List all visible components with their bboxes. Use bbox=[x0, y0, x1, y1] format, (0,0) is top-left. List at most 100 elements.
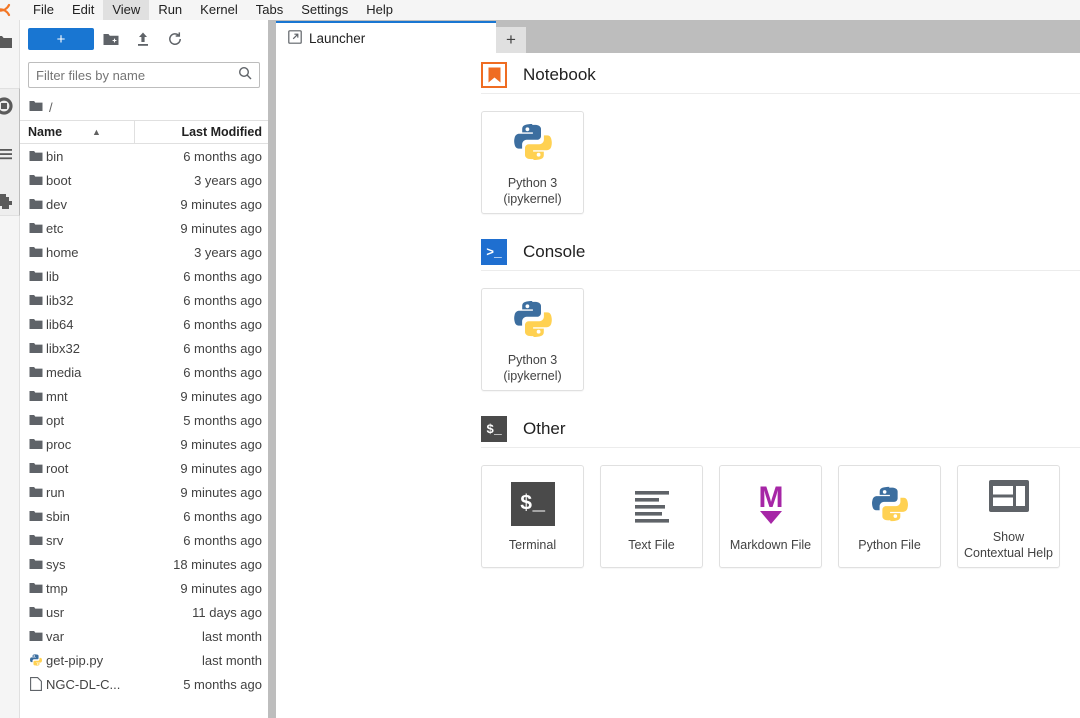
new-launcher-button[interactable]: + bbox=[28, 28, 94, 50]
file-list-item[interactable]: bin 6 months ago bbox=[20, 144, 268, 168]
python-logo-icon bbox=[869, 479, 911, 529]
folder-icon bbox=[20, 270, 46, 282]
file-list-item[interactable]: NGC-DL-C... 5 months ago bbox=[20, 672, 268, 696]
terminal-icon-text: $_ bbox=[486, 421, 502, 437]
file-list-item[interactable]: etc 9 minutes ago bbox=[20, 216, 268, 240]
file-list-item[interactable]: libx32 6 months ago bbox=[20, 336, 268, 360]
section-header-notebook: Notebook bbox=[481, 53, 1080, 93]
file-list-item[interactable]: sbin 6 months ago bbox=[20, 504, 268, 528]
search-input[interactable] bbox=[36, 67, 238, 83]
file-last-modified: 5 months ago bbox=[183, 412, 262, 428]
menu-item-file[interactable]: File bbox=[24, 0, 63, 20]
folder-icon bbox=[20, 438, 46, 450]
file-list-item[interactable]: lib64 6 months ago bbox=[20, 312, 268, 336]
upload-icon[interactable] bbox=[128, 27, 158, 51]
file-list-header: Name ▲ Last Modified bbox=[20, 120, 268, 144]
terminal-icon-text: $_ bbox=[519, 492, 546, 516]
file-list-item[interactable]: mnt 9 minutes ago bbox=[20, 384, 268, 408]
file-browser-icon[interactable] bbox=[0, 26, 20, 58]
card-row-notebook: Python 3 (ipykernel) bbox=[276, 94, 1080, 214]
file-name: NGC-DL-C... bbox=[46, 676, 121, 692]
file-last-modified: 18 minutes ago bbox=[173, 556, 262, 572]
menu-item-help[interactable]: Help bbox=[357, 0, 402, 20]
menu-item-label: Tabs bbox=[255, 2, 284, 17]
new-tab-button[interactable]: + bbox=[496, 27, 526, 53]
menu-item-settings[interactable]: Settings bbox=[292, 0, 357, 20]
folder-icon bbox=[20, 606, 46, 618]
launcher-icon bbox=[288, 29, 302, 47]
launcher-card-contextual-help[interactable]: Show Contextual Help bbox=[957, 465, 1060, 568]
file-list-item[interactable]: var last month bbox=[20, 624, 268, 648]
menu-item-tabs[interactable]: Tabs bbox=[247, 0, 292, 20]
contextual-help-icon bbox=[987, 471, 1031, 521]
file-name: sys bbox=[46, 556, 66, 572]
refresh-icon[interactable] bbox=[160, 27, 190, 51]
file-list-item[interactable]: get-pip.py last month bbox=[20, 648, 268, 672]
file-list-item[interactable]: opt 5 months ago bbox=[20, 408, 268, 432]
tab-bar: Launcher + bbox=[276, 20, 1080, 53]
menu-bar: File Edit View Run Kernel Tabs Settings … bbox=[0, 0, 1080, 20]
folder-icon bbox=[20, 534, 46, 546]
running-terminals-icon[interactable] bbox=[0, 90, 20, 122]
card-label: Python File bbox=[858, 538, 921, 553]
menu-item-edit[interactable]: Edit bbox=[63, 0, 103, 20]
folder-icon bbox=[20, 222, 46, 234]
file-last-modified: 11 days ago bbox=[192, 604, 262, 620]
file-list-item[interactable]: dev 9 minutes ago bbox=[20, 192, 268, 216]
file-name: bin bbox=[46, 148, 64, 164]
file-list-item[interactable]: media 6 months ago bbox=[20, 360, 268, 384]
file-last-modified: 6 months ago bbox=[183, 532, 262, 548]
menu-item-label: View bbox=[112, 2, 141, 17]
launcher-panel: Notebook Python 3 (ipykernel) >_ Console… bbox=[276, 53, 1080, 718]
card-label: Python 3 (ipykernel) bbox=[503, 176, 562, 206]
file-list-item[interactable]: sys 18 minutes ago bbox=[20, 552, 268, 576]
file-name: boot bbox=[46, 172, 72, 188]
file-list-item[interactable]: home 3 years ago bbox=[20, 240, 268, 264]
file-last-modified: 5 months ago bbox=[183, 676, 262, 692]
launcher-card-python-file[interactable]: Python File bbox=[838, 465, 941, 568]
tab-label: Launcher bbox=[309, 30, 366, 46]
file-list-item[interactable]: root 9 minutes ago bbox=[20, 456, 268, 480]
file-list-item[interactable]: tmp 9 minutes ago bbox=[20, 576, 268, 600]
menu-item-kernel[interactable]: Kernel bbox=[191, 0, 247, 20]
menu-item-run[interactable]: Run bbox=[149, 0, 191, 20]
column-header-last-modified[interactable]: Last Modified bbox=[135, 125, 268, 139]
launcher-card-markdown-file[interactable]: M Markdown File bbox=[719, 465, 822, 568]
card-row-console: Python 3 (ipykernel) bbox=[276, 271, 1080, 391]
tab-launcher[interactable]: Launcher bbox=[276, 21, 496, 53]
file-list-item[interactable]: srv 6 months ago bbox=[20, 528, 268, 552]
file-filter-container bbox=[20, 58, 268, 94]
launcher-card-terminal[interactable]: $_ Terminal bbox=[481, 465, 584, 568]
file-list-item[interactable]: lib32 6 months ago bbox=[20, 288, 268, 312]
launcher-card-python3-console[interactable]: Python 3 (ipykernel) bbox=[481, 288, 584, 391]
launcher-card-text-file[interactable]: Text File bbox=[600, 465, 703, 568]
folder-icon bbox=[29, 100, 43, 115]
command-palette-icon[interactable] bbox=[0, 138, 20, 170]
launcher-card-python3-notebook[interactable]: Python 3 (ipykernel) bbox=[481, 111, 584, 214]
new-folder-icon[interactable] bbox=[96, 27, 126, 51]
file-list-item[interactable]: usr 11 days ago bbox=[20, 600, 268, 624]
file-list-item[interactable]: run 9 minutes ago bbox=[20, 480, 268, 504]
menu-item-view[interactable]: View bbox=[103, 0, 150, 20]
folder-icon bbox=[20, 198, 46, 210]
file-name: dev bbox=[46, 196, 67, 212]
console-icon-text: >_ bbox=[486, 244, 502, 260]
file-name: lib bbox=[46, 268, 60, 284]
panel-splitter[interactable] bbox=[268, 20, 276, 718]
file-list[interactable]: bin 6 months ago boot 3 years ago dev 9 minut… bbox=[20, 144, 268, 718]
breadcrumb[interactable]: / bbox=[20, 94, 268, 120]
extension-manager-icon[interactable] bbox=[0, 186, 20, 218]
file-last-modified: 6 months ago bbox=[183, 340, 262, 356]
notebook-icon bbox=[481, 62, 507, 88]
menu-item-label: Settings bbox=[301, 2, 349, 17]
file-last-modified: last month bbox=[202, 652, 262, 668]
file-list-item[interactable]: boot 3 years ago bbox=[20, 168, 268, 192]
python-file-icon bbox=[20, 653, 46, 667]
file-list-item[interactable]: proc 9 minutes ago bbox=[20, 432, 268, 456]
column-header-name[interactable]: Name ▲ bbox=[20, 121, 135, 143]
card-label: Python 3 (ipykernel) bbox=[503, 353, 562, 383]
file-filter[interactable] bbox=[28, 62, 260, 88]
file-list-item[interactable]: lib 6 months ago bbox=[20, 264, 268, 288]
markdown-icon: M bbox=[749, 479, 793, 529]
file-last-modified: 9 minutes ago bbox=[180, 196, 262, 212]
